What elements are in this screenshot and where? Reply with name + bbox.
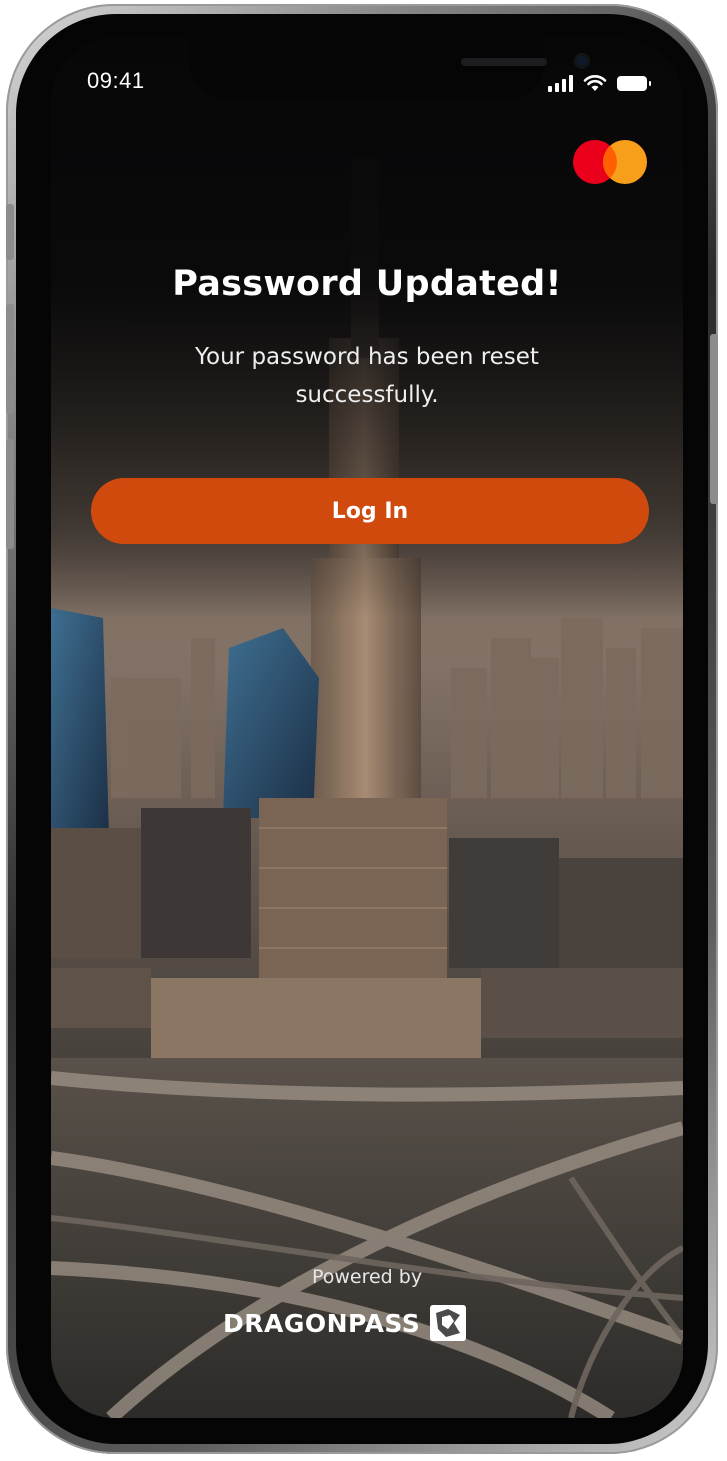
dragonpass-logo: DRAGONPASS bbox=[223, 1303, 468, 1343]
status-bar-icons bbox=[548, 74, 651, 92]
status-bar-time: 09:41 bbox=[87, 68, 145, 93]
device-notch bbox=[189, 38, 590, 100]
mute-switch bbox=[6, 204, 14, 260]
front-camera bbox=[574, 53, 590, 69]
city-background-image bbox=[51, 38, 683, 1418]
dragonpass-mark-icon bbox=[430, 1305, 467, 1341]
volume-down-button bbox=[6, 439, 14, 549]
mastercard-logo bbox=[573, 140, 647, 184]
app-screen: 09:41 Password Updated! Your password ha… bbox=[51, 38, 683, 1418]
battery-icon bbox=[617, 75, 651, 91]
earpiece-speaker bbox=[461, 58, 547, 66]
login-button[interactable]: Log In bbox=[91, 478, 649, 544]
wifi-icon bbox=[583, 75, 607, 91]
volume-up-button bbox=[6, 304, 14, 414]
status-message: Your password has been reset successfull… bbox=[195, 344, 539, 408]
page-title: Password Updated! bbox=[172, 264, 562, 304]
cellular-signal-icon bbox=[548, 74, 573, 92]
powered-by-label: Powered by bbox=[311, 1266, 423, 1288]
dragonpass-wordmark: DRAGONPASS bbox=[223, 1308, 421, 1338]
power-button bbox=[710, 334, 718, 504]
